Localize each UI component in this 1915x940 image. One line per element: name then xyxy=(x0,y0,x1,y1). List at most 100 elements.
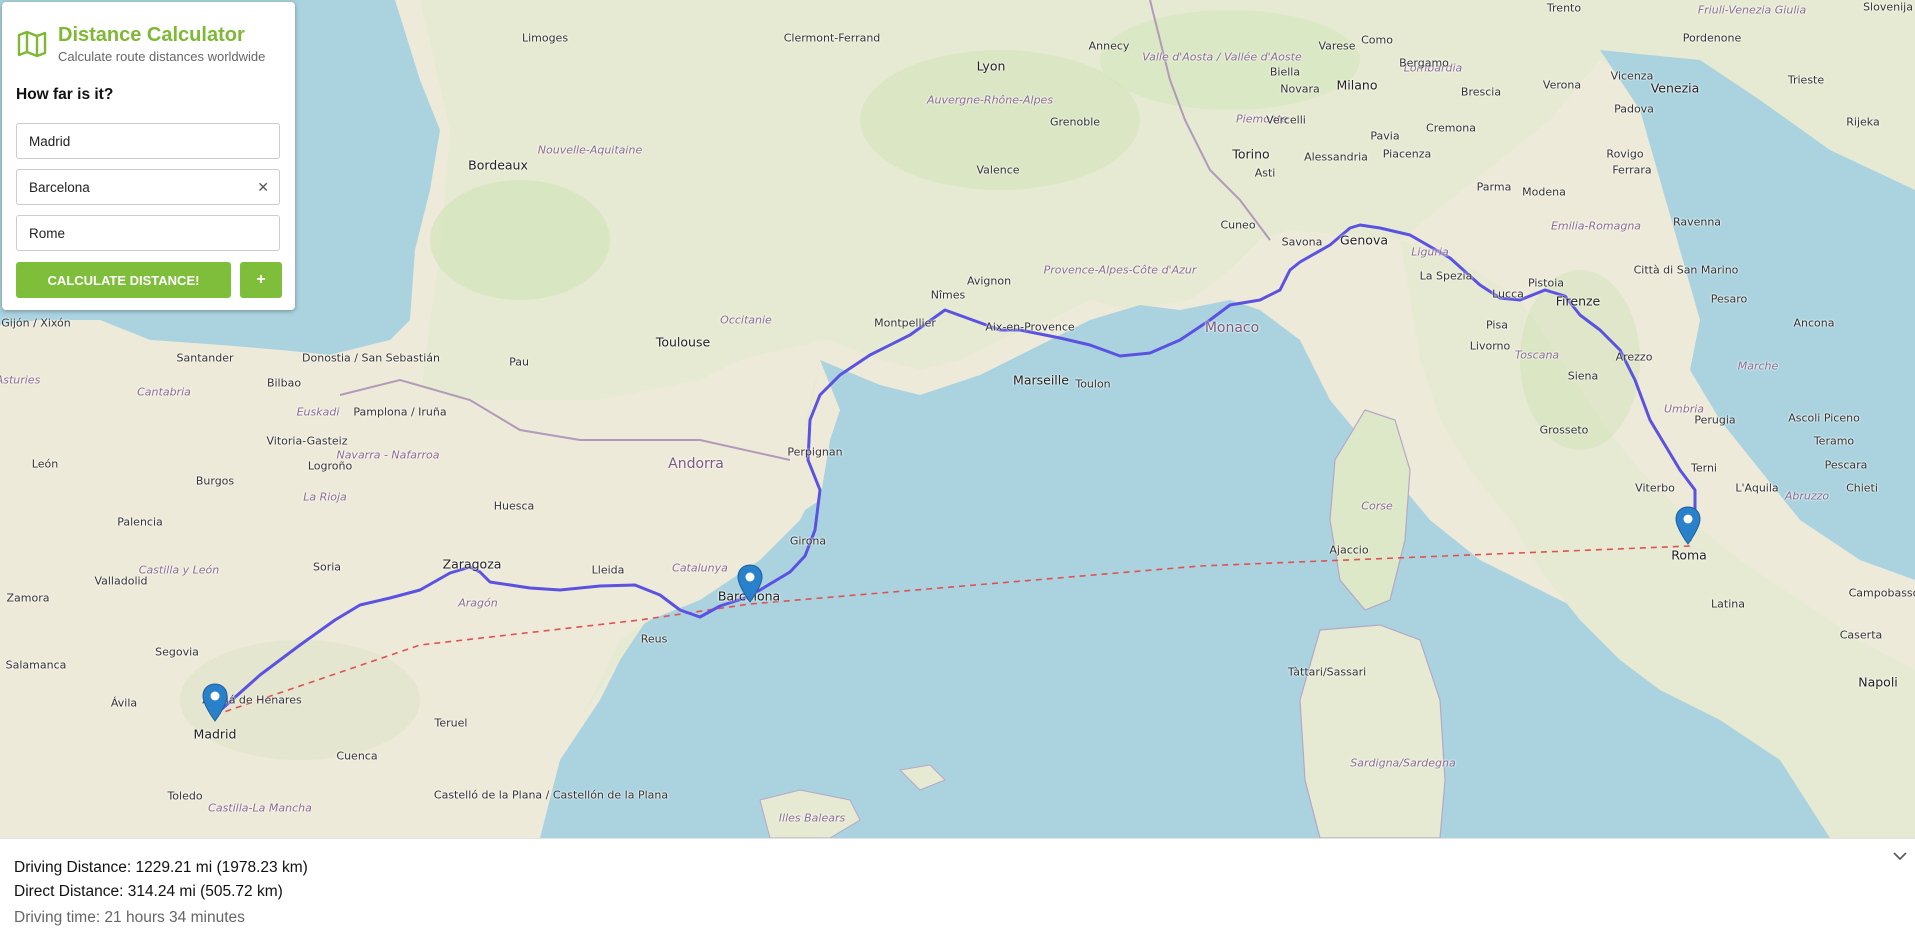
map-label: Cremona xyxy=(1426,121,1476,135)
map-label: Girona xyxy=(789,534,827,548)
map-label: Pistoia xyxy=(1527,276,1565,290)
map-label: Avignon xyxy=(966,274,1012,288)
map-label: Huesca xyxy=(493,499,535,513)
map-label: Occitanie xyxy=(720,313,772,327)
map-label: Palencia xyxy=(117,515,163,529)
map-label: Abruzzo xyxy=(1784,489,1830,503)
app-title: Distance Calculator xyxy=(58,24,245,46)
map-label: Campobasso xyxy=(1848,586,1915,600)
map-label: Illes Balears xyxy=(778,811,846,825)
map-label: Corse xyxy=(1361,499,1393,513)
map-label: La Spezia xyxy=(1419,269,1473,283)
map-label: Soria xyxy=(312,560,342,574)
map-label: Ávila xyxy=(110,696,138,710)
map-label: Pamplona / Iruña xyxy=(353,405,447,419)
map-label: Segovia xyxy=(155,645,199,659)
map-label: Liguria xyxy=(1411,245,1449,259)
map-label: Bilbao xyxy=(266,376,302,390)
destination-input[interactable]: Rome xyxy=(16,215,280,251)
map-label: Santander xyxy=(176,351,234,365)
map-label: Latina xyxy=(1711,597,1745,611)
map-label: Teruel xyxy=(434,716,468,730)
map-label: Trieste xyxy=(1787,73,1825,87)
map-label: Grosseto xyxy=(1539,423,1589,437)
map-label: Torino xyxy=(1232,146,1270,162)
map-label: León xyxy=(31,457,59,471)
map-label: L'Aquila xyxy=(1735,481,1779,495)
map-label: Tàttari/Sassari xyxy=(1287,665,1367,679)
map-label: Pesaro xyxy=(1710,292,1748,306)
map-label: Milano xyxy=(1336,77,1378,93)
map-label: Teramo xyxy=(1813,434,1855,448)
map-label: Pavia xyxy=(1370,129,1400,143)
map-label: Montpellier xyxy=(874,316,936,330)
map-label: Marseille xyxy=(1013,372,1069,388)
map-label: Andorra xyxy=(668,456,724,472)
map-label: Chieti xyxy=(1846,481,1878,495)
map-label: Piacenza xyxy=(1382,147,1432,161)
map-label: Modena xyxy=(1522,185,1566,199)
map-label: Ascoli Piceno xyxy=(1788,411,1860,425)
map-label: Marche xyxy=(1737,359,1779,373)
direct-distance: Direct Distance: 314.24 mi (505.72 km) xyxy=(14,883,283,900)
map-label: Ajaccio xyxy=(1329,543,1369,557)
map-label: Como xyxy=(1361,33,1393,47)
map-label: Vicenza xyxy=(1610,69,1654,83)
map-label: Euskadi xyxy=(296,405,340,419)
results-panel: Driving Distance: 1229.21 mi (1978.23 km… xyxy=(0,838,1915,940)
map-label: Ravenna xyxy=(1672,215,1722,229)
map-label: Aix-en-Provence xyxy=(985,320,1075,334)
map-label: Friuli-Venezia Giulia xyxy=(1697,3,1807,17)
map-label: Novara xyxy=(1280,82,1320,96)
map-label: Siena xyxy=(1567,369,1599,383)
map-label: Perpignan xyxy=(787,445,843,459)
add-destination-button[interactable]: + xyxy=(240,262,282,298)
map-label: Arezzo xyxy=(1615,350,1653,364)
map-label: Limoges xyxy=(521,31,569,45)
map-label: Zaragoza xyxy=(442,556,502,572)
map-label: Savona xyxy=(1281,235,1323,249)
map-label: Toscana xyxy=(1514,348,1560,362)
close-icon[interactable]: ✕ xyxy=(257,179,269,196)
map-label: Viterbo xyxy=(1635,481,1675,495)
map-label: Gijón / Xixón xyxy=(1,316,71,330)
map-label: Provence-Alpes-Côte d'Azur xyxy=(1043,263,1197,277)
map-label: Nouvelle-Aquitaine xyxy=(537,143,643,157)
map-label: Terni xyxy=(1691,461,1717,475)
map-label: Valle d'Aosta / Vallée d'Aoste xyxy=(1142,50,1302,64)
map-label: Genova xyxy=(1339,232,1389,248)
map-marker-icon[interactable] xyxy=(737,564,763,604)
map-label: Parma xyxy=(1476,180,1512,194)
map-label: Emilia-Romagna xyxy=(1550,219,1642,233)
calculate-distance-button[interactable]: CALCULATE DISTANCE! xyxy=(16,262,231,298)
map-label: Alessandria xyxy=(1304,150,1368,164)
map-marker-icon[interactable] xyxy=(202,683,228,723)
map-label: Venezia xyxy=(1650,80,1700,96)
map-label: Lucca xyxy=(1492,287,1524,301)
map-label: Trento xyxy=(1546,1,1582,15)
map-label: Donostia / San Sebastián xyxy=(302,351,440,365)
waypoint-input[interactable]: Barcelona ✕ xyxy=(16,169,280,205)
map-label: Madrid xyxy=(193,726,237,742)
origin-input[interactable]: Madrid xyxy=(16,123,280,159)
brand: Distance Calculator Calculate route dist… xyxy=(16,24,265,64)
map-label: Castelló de la Plana / Castellón de la P… xyxy=(433,788,669,802)
map-icon xyxy=(17,30,47,58)
map-marker-icon[interactable] xyxy=(1675,506,1701,546)
waypoint-input-value: Barcelona xyxy=(29,179,90,195)
map-label: Roma xyxy=(1671,547,1707,563)
map-label: Toledo xyxy=(167,789,203,803)
map-label: Valence xyxy=(976,163,1020,177)
map-label: Pescara xyxy=(1824,458,1868,472)
map-label: Salamanca xyxy=(5,658,67,672)
driving-time: Driving time: 21 hours 34 minutes xyxy=(14,909,245,926)
map-label: Firenze xyxy=(1555,293,1601,309)
map-label: Cantabria xyxy=(137,385,191,399)
chevron-down-icon[interactable] xyxy=(1893,851,1907,861)
map-label: Monaco xyxy=(1204,320,1260,336)
map-label: Bergamo xyxy=(1399,56,1449,70)
map-label: Reus xyxy=(640,632,668,646)
question-heading: How far is it? xyxy=(16,86,114,103)
map-label: Pisa xyxy=(1486,318,1508,332)
map-label: Umbria xyxy=(1663,402,1705,416)
